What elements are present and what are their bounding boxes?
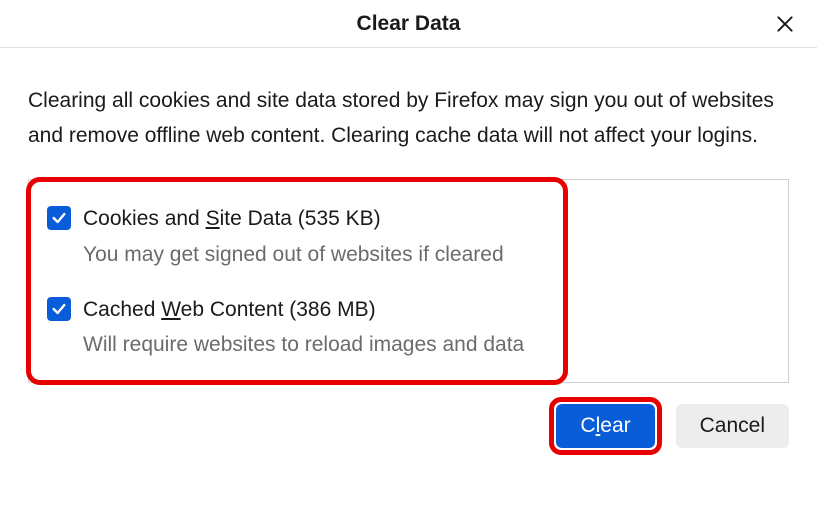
dialog-title: Clear Data [357,12,461,36]
cancel-button[interactable]: Cancel [676,404,789,448]
checkmark-icon [51,210,67,226]
checkmark-icon [51,301,67,317]
dialog-description: Clearing all cookies and site data store… [28,84,789,153]
checkbox-cookies[interactable] [47,206,71,230]
option-cookies[interactable]: Cookies and Site Data (535 KB) You may g… [47,204,770,269]
option-cache[interactable]: Cached Web Content (386 MB) Will require… [47,295,770,360]
option-cookies-label: Cookies and Site Data (535 KB) [83,204,770,233]
option-cache-sublabel: Will require websites to reload images a… [83,330,770,359]
options-group: Cookies and Site Data (535 KB) You may g… [28,179,789,383]
clear-button[interactable]: Clear [556,404,654,448]
dialog-button-row: Clear Cancel [0,383,817,455]
checkbox-cache[interactable] [47,297,71,321]
tutorial-highlight-button: Clear [549,397,661,455]
option-cache-label: Cached Web Content (386 MB) [83,295,770,324]
dialog-titlebar: Clear Data [0,0,817,48]
close-icon [775,14,795,34]
close-button[interactable] [771,10,799,38]
option-cookies-sublabel: You may get signed out of websites if cl… [83,240,770,269]
